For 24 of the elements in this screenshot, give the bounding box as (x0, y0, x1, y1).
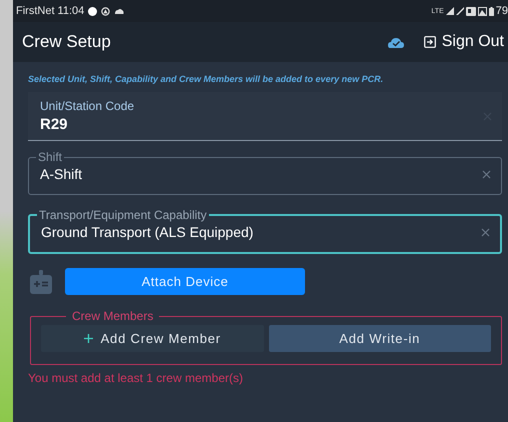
battery-percent: 79 (496, 5, 508, 17)
add-crew-member-button[interactable]: Add Crew Member (41, 325, 264, 352)
clear-icon (482, 170, 491, 178)
cloud-check-icon (388, 36, 404, 48)
add-write-in-button[interactable]: Add Write-in (268, 325, 491, 352)
alert-icon (101, 6, 110, 16)
image-icon (478, 6, 487, 16)
error-message: You must add at least 1 crew member(s) (28, 371, 244, 385)
plus-icon (84, 334, 93, 343)
medical-kit-icon (30, 270, 52, 294)
cloud-icon (114, 8, 124, 14)
select-field[interactable]: Shift A-Shift (28, 150, 502, 195)
clear-icon (481, 228, 490, 236)
screen-title: Crew Setup (22, 32, 111, 52)
notice-text: Selected Unit, Shift, Capability and Crew Members will be added to every new PCR. (28, 74, 384, 84)
battery-icon (488, 6, 494, 16)
status-time: FirstNet 11:04 (16, 5, 84, 17)
unit-code-field[interactable]: Unit/Station Code R29 (28, 92, 502, 141)
crew-members-panel: Crew Members Add Crew Member Add Write-in (30, 309, 502, 365)
select-field[interactable]: Transport/Equipment Capability Ground Transport (ALS Equipped) (28, 208, 502, 254)
signal-icon (446, 7, 454, 15)
sign-out-button[interactable]: Sign Out (424, 33, 504, 51)
dot-icon (88, 6, 98, 16)
sign-out-icon (424, 36, 436, 48)
